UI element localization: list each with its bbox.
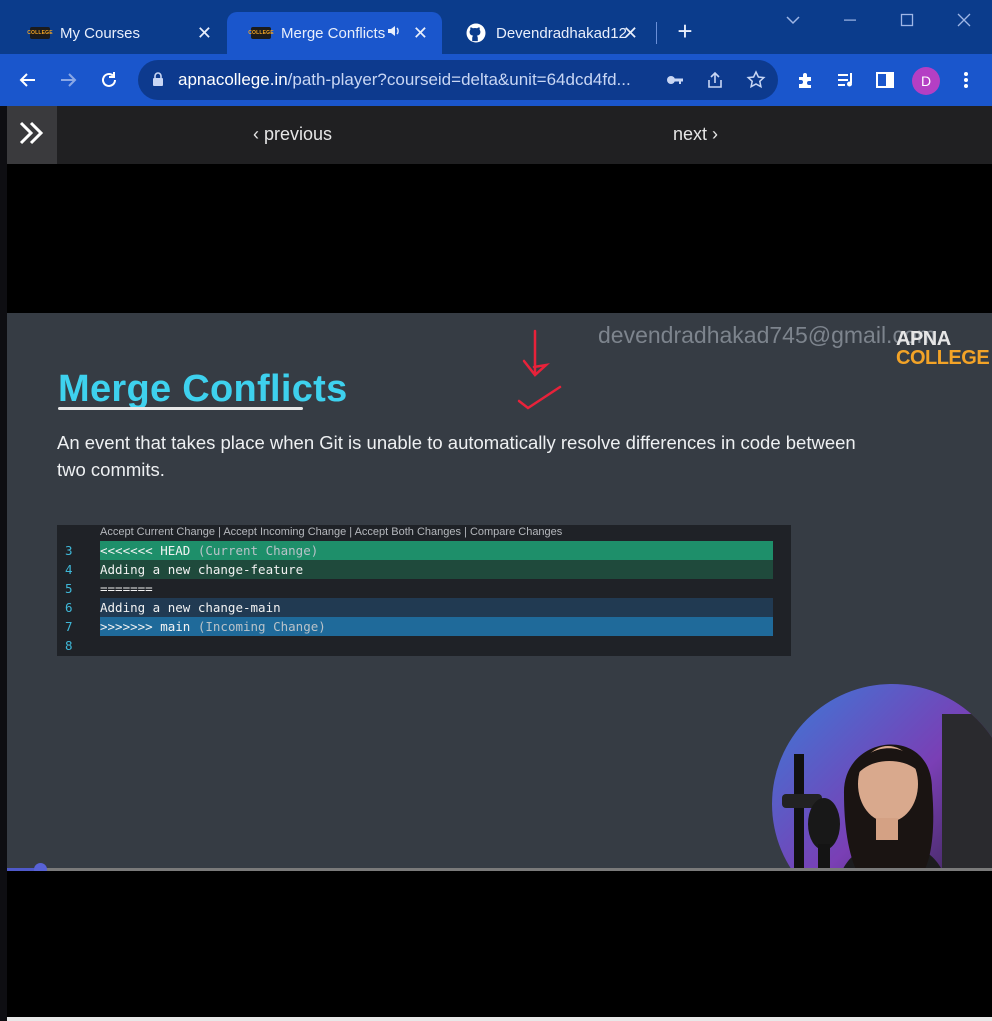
merge-codelens-actions: Accept Current Change | Accept Incoming … <box>100 526 563 538</box>
line-number: 7 <box>65 619 73 634</box>
tab-title: My Courses <box>60 24 141 42</box>
browser-toolbar: apnacollege.in/path-player?courseid=delt… <box>0 54 992 106</box>
apna-college-logo: APNA COLLEGE <box>896 329 990 369</box>
tab-strip: COLLEGE My Courses ✕ COLLEGE Merge Confl… <box>0 0 992 54</box>
tab-merge-conflicts[interactable]: COLLEGE Merge Conflicts ✕ <box>227 12 442 54</box>
bookmark-star-icon[interactable] <box>746 70 766 95</box>
url-host: apnacollege.in <box>178 70 288 89</box>
code-text: Adding a new change-main <box>100 600 281 615</box>
double-chevron-right-icon <box>18 120 46 151</box>
code-line: 3 <<<<<<< HEAD (Current Change) <box>57 541 791 560</box>
code-line: 4 Adding a new change-feature <box>57 560 791 579</box>
page-bottom-edge <box>7 1017 992 1021</box>
tab-search-chevron-icon[interactable] <box>781 10 805 30</box>
lesson-navbar <box>7 106 992 164</box>
key-icon[interactable] <box>666 72 684 93</box>
next-button[interactable]: next › <box>673 124 718 145</box>
kebab-menu-icon[interactable] <box>954 68 978 92</box>
close-window-icon[interactable] <box>952 10 976 30</box>
code-line: 7 >>>>>>> main (Incoming Change) <box>57 617 791 636</box>
back-arrow-icon[interactable] <box>16 68 40 92</box>
next-label: next <box>673 124 708 144</box>
sidebar-toggle-button[interactable] <box>7 106 57 164</box>
line-number: 6 <box>65 600 73 615</box>
url-text[interactable]: apnacollege.in/path-player?courseid=delt… <box>178 70 631 90</box>
address-bar[interactable]: apnacollege.in/path-player?courseid=delt… <box>138 60 778 100</box>
line-number: 4 <box>65 562 73 577</box>
code-line: 8 <box>57 636 791 655</box>
code-text: ======= <box>100 581 153 596</box>
line-number: 3 <box>65 543 73 558</box>
apna-college-favicon-icon: COLLEGE <box>248 23 274 43</box>
slide-title: Merge Conflicts <box>58 368 348 410</box>
close-icon[interactable]: ✕ <box>413 23 428 43</box>
code-text: <<<<<<< HEAD (Current Change) <box>100 543 319 558</box>
video-letterbox-bottom <box>7 871 992 1021</box>
extensions-puzzle-icon[interactable] <box>794 68 818 92</box>
chevron-left-icon: ‹ <box>253 124 264 144</box>
chevron-right-icon: › <box>707 124 719 144</box>
previous-label: previous <box>264 124 333 144</box>
title-underline <box>58 407 303 410</box>
tab-separator <box>656 22 657 44</box>
lock-icon[interactable] <box>152 72 164 92</box>
new-tab-button[interactable]: + <box>672 18 698 44</box>
apna-college-favicon-icon: COLLEGE <box>27 23 53 43</box>
tab-title: Devendradhakad12/ <box>496 24 626 42</box>
url-path: /path-player?courseid=delta&unit=64dcd4f… <box>287 70 631 89</box>
tab-my-courses[interactable]: COLLEGE My Courses ✕ <box>6 12 226 54</box>
minimize-icon[interactable] <box>838 10 862 30</box>
red-pen-annotation <box>517 329 562 410</box>
slide-description: An event that takes place when Git is un… <box>57 432 856 480</box>
speaker-icon[interactable] <box>387 24 401 42</box>
line-number: 5 <box>65 581 73 596</box>
code-line: 5 ======= <box>57 579 791 598</box>
tab-title: Merge Conflicts <box>281 24 386 42</box>
code-line: 6 Adding a new change-main <box>57 598 791 617</box>
page-left-edge <box>0 106 7 1021</box>
close-icon[interactable]: ✕ <box>197 23 212 43</box>
video-letterbox-top <box>7 164 992 313</box>
brand-line-2: COLLEGE <box>896 347 990 369</box>
reload-icon[interactable] <box>97 68 121 92</box>
tab-github[interactable]: Devendradhakad12/ ✕ <box>442 12 652 54</box>
share-icon[interactable] <box>706 71 724 94</box>
side-panel-icon[interactable] <box>873 68 897 92</box>
previous-button[interactable]: ‹ previous <box>253 124 332 145</box>
maximize-icon[interactable] <box>895 10 919 30</box>
line-number: 8 <box>65 638 73 653</box>
code-text: Adding a new change-feature <box>100 562 304 577</box>
github-icon <box>466 23 486 43</box>
code-text: >>>>>>> main (Incoming Change) <box>100 619 326 634</box>
forward-arrow-icon[interactable] <box>56 68 80 92</box>
media-queue-icon[interactable] <box>834 68 858 92</box>
close-icon[interactable]: ✕ <box>623 23 638 43</box>
profile-avatar[interactable]: D <box>912 67 940 95</box>
email-watermark: devendradhakad745@gmail.com <box>598 322 936 348</box>
